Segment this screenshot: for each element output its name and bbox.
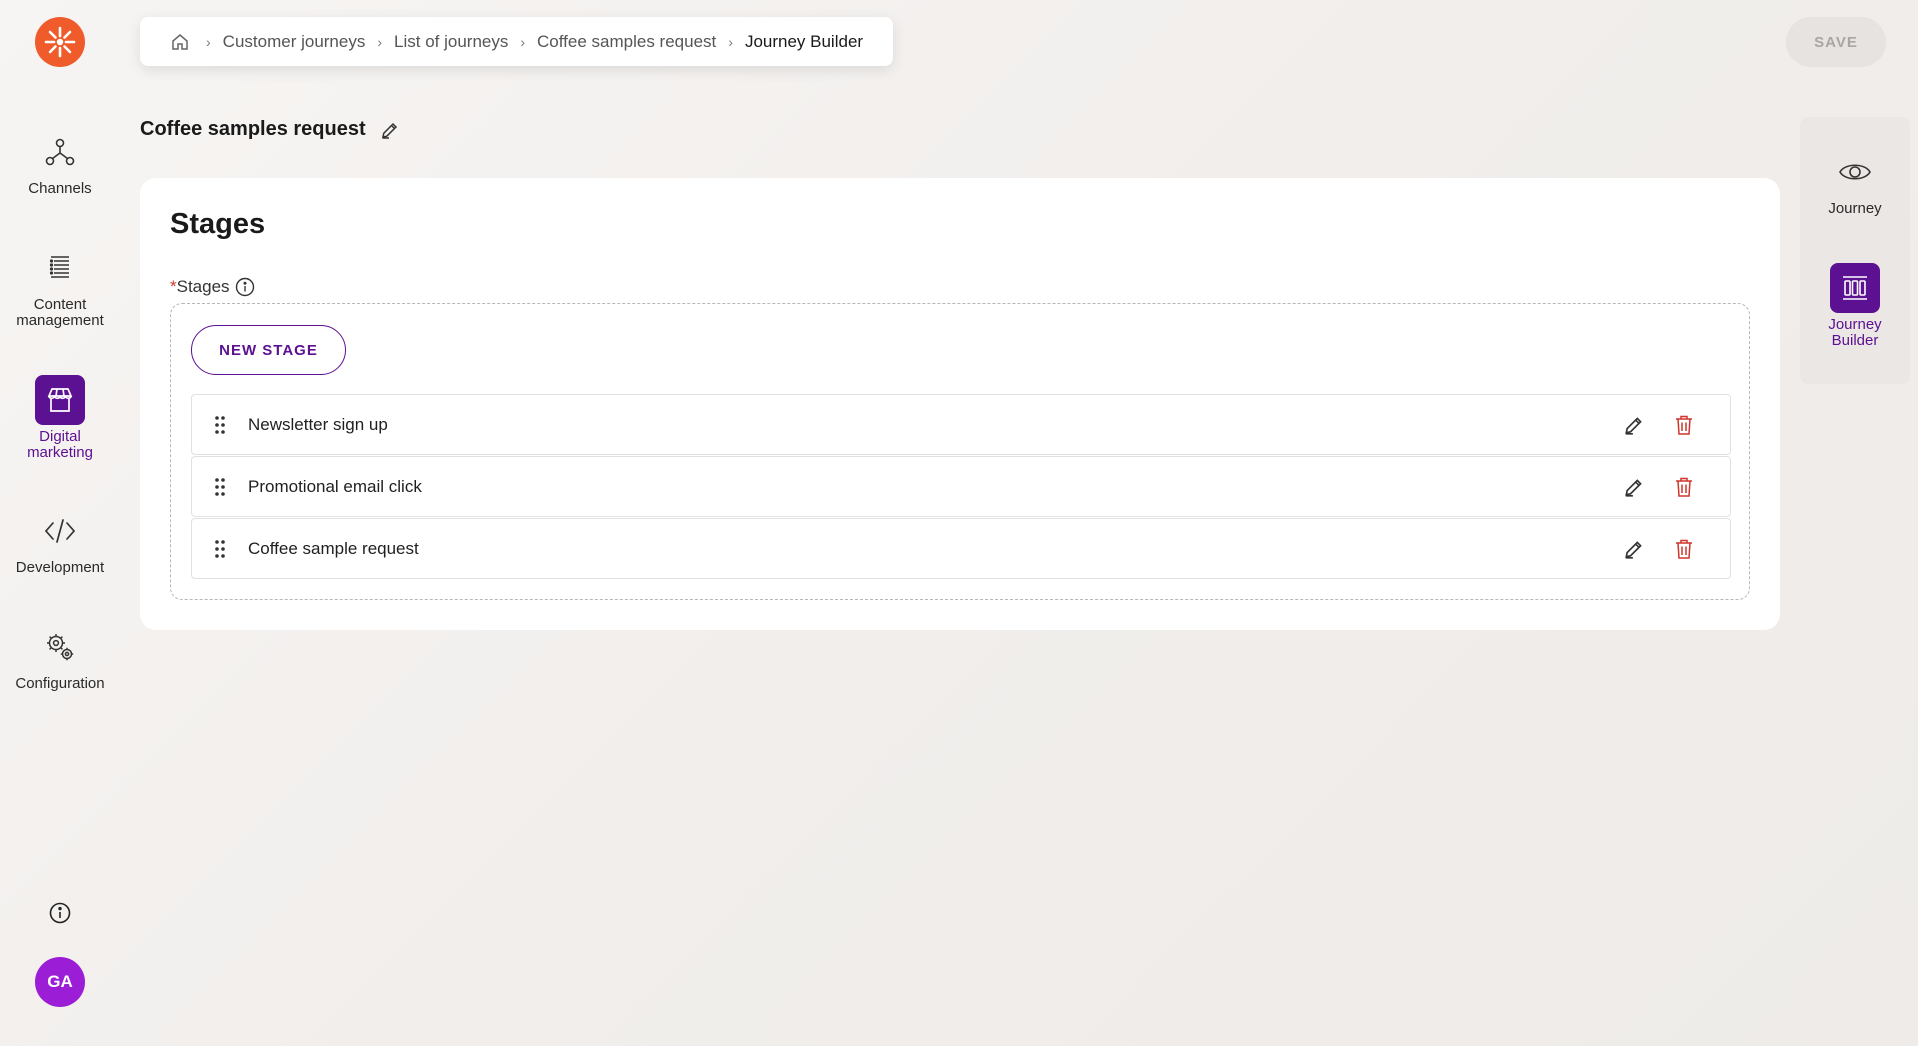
stage-row[interactable]: Coffee sample request bbox=[191, 518, 1731, 579]
pencil-icon bbox=[381, 122, 397, 139]
edit-title-button[interactable] bbox=[380, 119, 402, 141]
breadcrumb-list-of-journeys[interactable]: List of journeys bbox=[394, 32, 508, 52]
app-root: Channels Content management Digital mark… bbox=[0, 0, 1918, 1046]
breadcrumb-current-page: Journey Builder bbox=[744, 31, 864, 51]
sidebar-item-content-management[interactable]: Content management bbox=[0, 243, 120, 329]
stage-name: Newsletter sign up bbox=[248, 414, 388, 434]
pencil-icon bbox=[1625, 416, 1642, 435]
user-avatar[interactable]: GA bbox=[35, 957, 85, 1007]
gears-icon bbox=[35, 622, 85, 672]
right-panel: Journey Journey Builder bbox=[1800, 117, 1910, 384]
stage-name: Coffee sample request bbox=[248, 538, 419, 558]
edit-stage-button[interactable] bbox=[1622, 413, 1646, 437]
sidebar-item-label: Development bbox=[15, 559, 105, 576]
required-mark: * bbox=[170, 277, 177, 296]
delete-stage-button[interactable] bbox=[1672, 475, 1696, 499]
stage-row[interactable]: Promotional email click bbox=[191, 456, 1731, 517]
page-title: Coffee samples request bbox=[140, 118, 402, 141]
code-icon bbox=[35, 506, 85, 556]
builder-icon bbox=[1830, 263, 1880, 313]
panel-item-label: Journey bbox=[1828, 200, 1882, 217]
chevron-right-icon: › bbox=[728, 33, 733, 50]
breadcrumb-coffee-samples-request[interactable]: Coffee samples request bbox=[537, 32, 716, 52]
sidebar-item-label: Content management bbox=[16, 296, 104, 329]
chevron-right-icon: › bbox=[377, 33, 383, 50]
drag-handle-icon[interactable] bbox=[192, 519, 248, 578]
sidebar-item-label: Configuration bbox=[15, 675, 105, 692]
sidebar-item-configuration[interactable]: Configuration bbox=[0, 622, 120, 692]
stages-label-text: Stages bbox=[176, 277, 230, 296]
breadcrumb: › Customer journeys › List of journeys ›… bbox=[140, 17, 894, 66]
sidebar-item-label: Channels bbox=[28, 180, 92, 197]
journey-name: Coffee samples request bbox=[140, 118, 366, 140]
left-sidebar: Channels Content management Digital mark… bbox=[0, 0, 120, 1046]
channels-icon bbox=[35, 127, 85, 177]
sidebar-item-label: Digital marketing bbox=[27, 428, 93, 461]
drag-handle-icon[interactable] bbox=[192, 395, 248, 454]
sidebar-item-development[interactable]: Development bbox=[0, 506, 120, 576]
stages-card: Stages * Stages NEW STAGE Newsletter sig… bbox=[140, 178, 1780, 630]
breadcrumb-customer-journeys[interactable]: Customer journeys bbox=[223, 32, 366, 52]
chevron-right-icon: › bbox=[520, 33, 526, 50]
new-stage-button[interactable]: NEW STAGE bbox=[191, 325, 346, 375]
stage-name: Promotional email click bbox=[248, 476, 422, 496]
edit-stage-button[interactable] bbox=[1622, 537, 1646, 561]
panel-item-label: Journey Builder bbox=[1828, 316, 1882, 349]
drag-handle-icon[interactable] bbox=[192, 457, 248, 516]
info-icon bbox=[49, 902, 71, 924]
trash-icon bbox=[1676, 539, 1692, 559]
trash-icon bbox=[1676, 477, 1692, 497]
card-heading: Stages bbox=[170, 208, 266, 240]
sidebar-item-channels[interactable]: Channels bbox=[0, 127, 120, 197]
edit-stage-button[interactable] bbox=[1622, 475, 1646, 499]
chevron-right-icon: › bbox=[206, 33, 211, 50]
pencil-icon bbox=[1625, 478, 1642, 497]
home-icon[interactable] bbox=[170, 32, 190, 52]
panel-item-journey-builder[interactable]: Journey Builder bbox=[1800, 263, 1910, 349]
delete-stage-button[interactable] bbox=[1672, 413, 1696, 437]
content-icon bbox=[35, 243, 85, 293]
sidebar-item-digital-marketing[interactable]: Digital marketing bbox=[0, 375, 120, 461]
sunburst-logo-icon bbox=[44, 26, 76, 58]
pencil-icon bbox=[1625, 540, 1642, 559]
save-button[interactable]: SAVE bbox=[1786, 17, 1886, 67]
stages-dropzone: NEW STAGE Newsletter sign up Promotional… bbox=[170, 303, 1750, 600]
trash-icon bbox=[1676, 415, 1692, 435]
brand-logo[interactable] bbox=[35, 17, 85, 67]
storefront-icon bbox=[35, 375, 85, 425]
help-info-button[interactable] bbox=[47, 900, 73, 926]
info-icon[interactable] bbox=[235, 277, 255, 297]
eye-icon bbox=[1830, 147, 1880, 197]
delete-stage-button[interactable] bbox=[1672, 537, 1696, 561]
stage-row[interactable]: Newsletter sign up bbox=[191, 394, 1731, 455]
stages-field-label: * Stages bbox=[170, 277, 255, 297]
panel-item-journey[interactable]: Journey bbox=[1800, 147, 1910, 217]
